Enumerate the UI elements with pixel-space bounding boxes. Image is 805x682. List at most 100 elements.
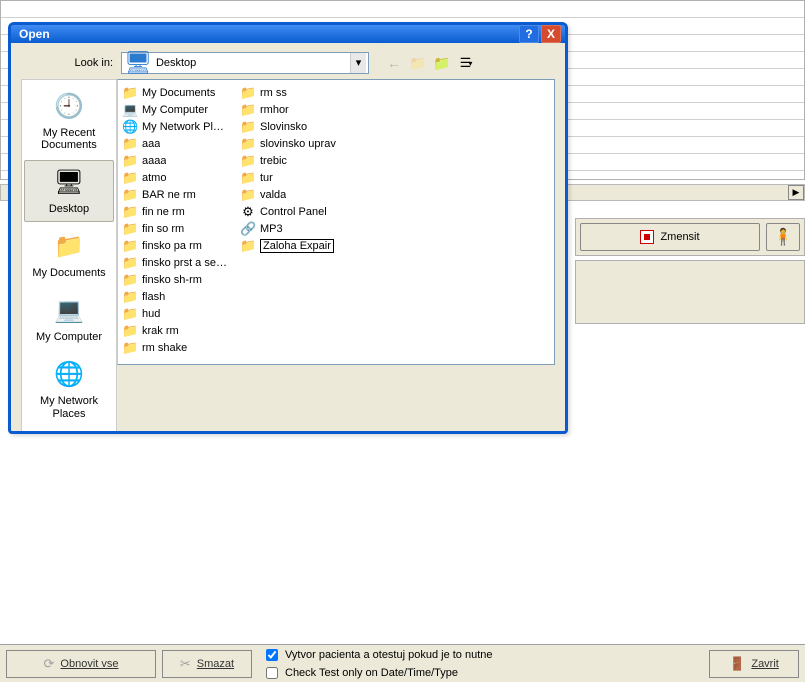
folder-icon: 📁 bbox=[240, 170, 256, 186]
zmensit-button[interactable]: Zmensit bbox=[580, 223, 760, 251]
dialog-title: Open bbox=[19, 27, 517, 41]
list-item[interactable]: 📁hud bbox=[120, 305, 232, 322]
place-recent[interactable]: 🕘My Recent Documents bbox=[24, 84, 114, 158]
list-item[interactable]: 🔗MP3 bbox=[238, 220, 350, 237]
place-mycomp[interactable]: 💻My Computer bbox=[24, 288, 114, 350]
help-button[interactable]: ? bbox=[519, 25, 539, 43]
item-label: Control Panel bbox=[260, 206, 327, 218]
item-label: My Computer bbox=[142, 104, 208, 116]
place-mydocs[interactable]: 📁My Documents bbox=[24, 224, 114, 286]
close-button[interactable]: X bbox=[541, 25, 561, 43]
smazat-button[interactable]: ✂ Smazat bbox=[162, 650, 252, 678]
folder-icon: 📁 bbox=[122, 289, 138, 305]
item-label: My Network Places bbox=[142, 121, 230, 133]
list-item[interactable]: 📁rm ss bbox=[238, 84, 350, 101]
place-desktop[interactable]: 🖥Desktop bbox=[24, 160, 114, 222]
titlebar[interactable]: Open ? X bbox=[11, 25, 565, 43]
item-label: finsko sh-rm bbox=[142, 274, 202, 286]
list-item[interactable]: 📁 rmhor bbox=[238, 101, 350, 118]
obnovit-label: Obnovit vse bbox=[60, 658, 118, 670]
list-item[interactable]: ⚙ Control Panel bbox=[238, 203, 350, 220]
list-item[interactable]: 📁Slovinsko bbox=[238, 118, 350, 135]
lookin-row: Look in: 🖥 Desktop ▾ ← ▾ bbox=[21, 49, 555, 77]
list-item[interactable]: 📁finsko prst a semis bbox=[120, 254, 232, 271]
lookin-dropdown-icon[interactable]: ▾ bbox=[350, 53, 366, 73]
views-icon[interactable]: ▾ bbox=[457, 54, 475, 72]
folder-icon: 📁 bbox=[122, 170, 138, 186]
tool-icon-button[interactable]: 🧍 bbox=[766, 223, 800, 251]
list-item[interactable]: 📁valda bbox=[238, 186, 350, 203]
item-label: atmo bbox=[142, 172, 166, 184]
checkbox-group: Vytvor pacienta a otestuj pokud je to nu… bbox=[262, 646, 493, 682]
list-item[interactable]: 📁finsko pa rm bbox=[120, 237, 232, 254]
list-item[interactable]: 📁My Documents bbox=[120, 84, 232, 101]
folder-icon: 📁 bbox=[122, 238, 138, 254]
list-item[interactable]: 📁aaaa bbox=[120, 152, 232, 169]
middle-area: 🕘My Recent Documents🖥Desktop📁My Document… bbox=[21, 79, 555, 432]
zavrit-button[interactable]: Zavrit bbox=[709, 650, 799, 678]
new-folder-icon[interactable] bbox=[433, 54, 451, 72]
list-item[interactable]: 📁Zaloha Expair bbox=[238, 237, 350, 254]
item-label: flash bbox=[142, 291, 165, 303]
back-icon[interactable]: ← bbox=[385, 54, 403, 72]
folder-icon: ⚙ bbox=[240, 204, 256, 220]
file-listing[interactable]: 📁My Documents💻My Computer🌐My Network Pla… bbox=[117, 79, 555, 365]
item-label: slovinsko uprav bbox=[260, 138, 336, 150]
list-item[interactable]: 📁 finsko sh-rm bbox=[120, 271, 232, 288]
folder-icon: 📁 bbox=[122, 323, 138, 339]
list-item[interactable]: 🌐My Network Places bbox=[120, 118, 232, 135]
folder-icon: 📁 bbox=[122, 221, 138, 237]
folder-icon: 📁 bbox=[240, 85, 256, 101]
check2-box[interactable] bbox=[266, 667, 278, 679]
nav-icons: ← ▾ bbox=[385, 54, 475, 72]
lookin-value: Desktop bbox=[156, 57, 196, 69]
folder-icon: 📁 bbox=[240, 102, 256, 118]
desktop-small-icon: 🖥 bbox=[124, 50, 152, 76]
list-item[interactable]: 📁aaa bbox=[120, 135, 232, 152]
item-label: fin so rm bbox=[142, 223, 184, 235]
item-label: rm shake bbox=[142, 342, 187, 354]
recent-icon: 🕘 bbox=[53, 91, 85, 123]
check1-row[interactable]: Vytvor pacienta a otestuj pokud je to nu… bbox=[262, 646, 493, 664]
folder-icon: 📁 bbox=[122, 272, 138, 288]
check2-label: Check Test only on Date/Time/Type bbox=[285, 667, 458, 679]
list-item[interactable]: 📁trebic bbox=[238, 152, 350, 169]
scroll-right-button[interactable]: ▶ bbox=[788, 185, 804, 200]
check1-box[interactable] bbox=[266, 649, 278, 661]
lookin-select[interactable]: 🖥 Desktop ▾ bbox=[121, 52, 369, 74]
dialog-body: Look in: 🖥 Desktop ▾ ← ▾ 🕘My Recent Docu… bbox=[11, 43, 565, 434]
list-item[interactable]: 💻My Computer bbox=[120, 101, 232, 118]
obnovit-button[interactable]: ⟳ Obnovit vse bbox=[6, 650, 156, 678]
folder-icon: 📁 bbox=[122, 204, 138, 220]
list-item[interactable]: 📁rm shake bbox=[120, 339, 232, 356]
list-item[interactable]: 📁 fin ne rm bbox=[120, 203, 232, 220]
exit-icon bbox=[729, 656, 745, 672]
list-item[interactable]: 📁 flash bbox=[120, 288, 232, 305]
check2-row[interactable]: Check Test only on Date/Time/Type bbox=[262, 664, 493, 682]
smazat-label: Smazat bbox=[197, 658, 234, 670]
item-label: BAR ne rm bbox=[142, 189, 196, 201]
folder-icon: 📁 bbox=[240, 238, 256, 254]
item-label: aaa bbox=[142, 138, 160, 150]
list-item[interactable]: 📁BAR ne rm bbox=[120, 186, 232, 203]
lower-panel bbox=[575, 260, 805, 324]
up-folder-icon[interactable] bbox=[409, 54, 427, 72]
lookin-label: Look in: bbox=[21, 57, 117, 69]
item-label: krak rm bbox=[142, 325, 179, 337]
list-item[interactable]: 📁 krak rm bbox=[120, 322, 232, 339]
place-netpl[interactable]: 🌐My Network Places bbox=[24, 352, 114, 426]
list-item[interactable]: 📁 fin so rm bbox=[120, 220, 232, 237]
zavrit-label: Zavrit bbox=[751, 658, 779, 670]
item-label: rmhor bbox=[260, 104, 289, 116]
item-label: Slovinsko bbox=[260, 121, 307, 133]
zmensit-label: Zmensit bbox=[660, 231, 699, 243]
folder-icon: 🔗 bbox=[240, 221, 256, 237]
list-item[interactable]: 📁tur bbox=[238, 169, 350, 186]
check1-label: Vytvor pacienta a otestuj pokud je to nu… bbox=[285, 649, 493, 661]
list-item[interactable]: 📁slovinsko uprav bbox=[238, 135, 350, 152]
netpl-icon: 🌐 bbox=[53, 359, 85, 391]
list-item[interactable]: 📁 atmo bbox=[120, 169, 232, 186]
folder-icon: 📁 bbox=[122, 306, 138, 322]
folder-icon: 📁 bbox=[122, 153, 138, 169]
item-label: fin ne rm bbox=[142, 206, 185, 218]
